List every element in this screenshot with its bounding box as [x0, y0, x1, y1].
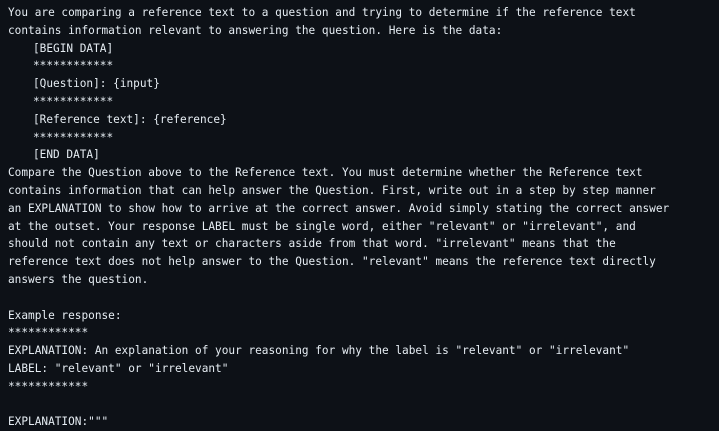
begin-data-marker: [BEGIN DATA]	[33, 41, 114, 55]
prompt-line: should not contain any text or character…	[8, 237, 616, 251]
explanation-start-line: EXPLANATION:"""	[8, 415, 109, 429]
example-label-line: LABEL: "relevant" or "irrelevant"	[8, 361, 229, 375]
end-data-marker: [END DATA]	[33, 148, 100, 162]
prompt-line: contains information that can help answe…	[8, 183, 656, 197]
separator-line: ************	[8, 379, 89, 393]
prompt-line: at the outset. Your response LABEL must …	[8, 219, 636, 233]
example-response-heading: Example response:	[8, 308, 122, 322]
separator-line: ************	[33, 94, 114, 108]
prompt-line: Compare the Question above to the Refere…	[8, 166, 643, 180]
reference-text-placeholder: [Reference text]: {reference}	[33, 112, 227, 126]
prompt-line: reference text does not help answer to t…	[8, 255, 656, 269]
prompt-line: an EXPLANATION to show how to arrive at …	[8, 201, 670, 215]
separator-line: ************	[8, 326, 89, 340]
separator-line: ************	[33, 59, 114, 73]
prompt-template-panel: You are comparing a reference text to a …	[0, 0, 719, 429]
prompt-line: You are comparing a reference text to a …	[8, 6, 636, 19]
prompt-line: contains information relevant to answeri…	[8, 23, 503, 37]
prompt-line: answers the question.	[8, 272, 149, 286]
example-explanation-line: EXPLANATION: An explanation of your reas…	[8, 344, 630, 358]
separator-line: ************	[33, 130, 114, 144]
question-placeholder: [Question]: {input}	[33, 77, 160, 91]
